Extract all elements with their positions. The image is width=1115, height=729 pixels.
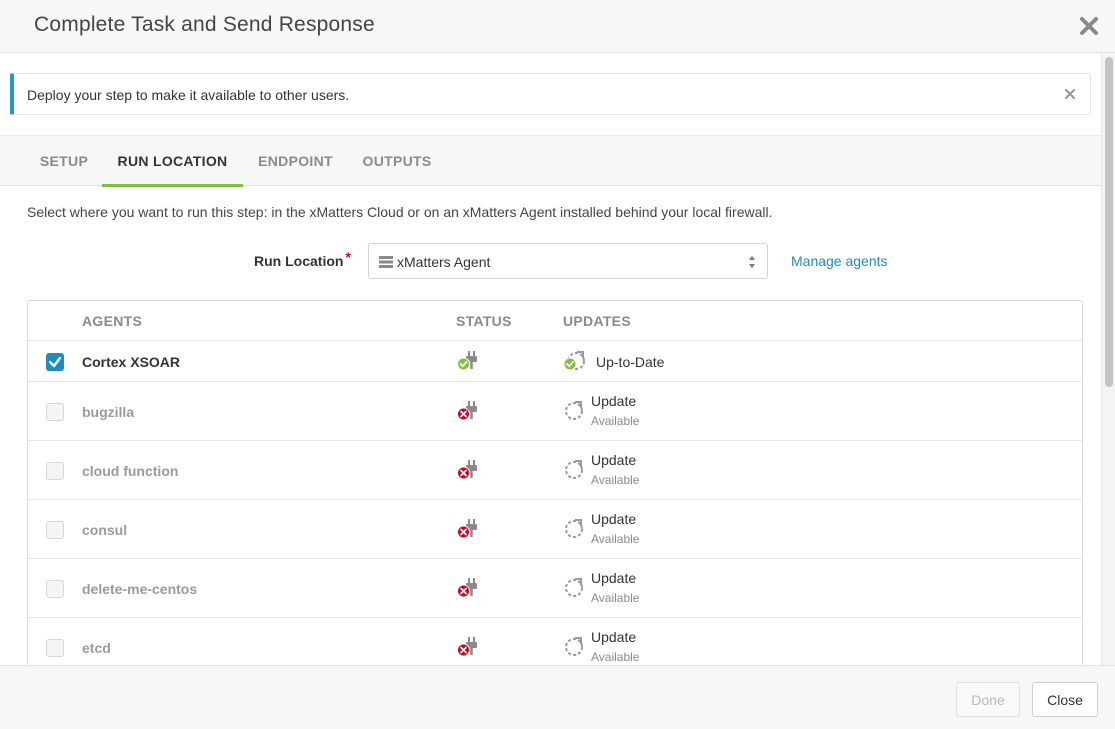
- plug-disconnected-icon: [457, 460, 477, 480]
- table-header: AGENTS STATUS UPDATES: [28, 301, 1082, 341]
- update-substatus: Available: [591, 532, 640, 546]
- info-banner: Deploy your step to make it available to…: [10, 73, 1091, 115]
- plug-disconnected-icon: [457, 519, 477, 539]
- checkmark-icon: [48, 356, 62, 368]
- done-button[interactable]: Done: [956, 682, 1020, 717]
- plug-disconnected-icon: [457, 401, 477, 421]
- manage-agents-link[interactable]: Manage agents: [791, 253, 888, 269]
- tab-outputs[interactable]: OUTPUTS: [348, 136, 446, 187]
- run-location-label: Run Location *: [254, 249, 351, 269]
- update-substatus: Available: [591, 414, 640, 428]
- tab-endpoint[interactable]: ENDPOINT: [243, 136, 348, 187]
- vertical-scrollbar[interactable]: [1101, 53, 1115, 665]
- update-available-icon: [565, 637, 583, 656]
- agent-name: bugzilla: [82, 404, 135, 420]
- agent-name: consul: [82, 522, 128, 538]
- update-available-icon: [565, 460, 583, 479]
- dialog-header: Complete Task and Send Response: [0, 0, 1115, 53]
- update-substatus: Available: [591, 650, 640, 664]
- update-status: Update: [591, 452, 637, 468]
- agent-checkbox[interactable]: [46, 462, 64, 480]
- plug-disconnected-icon: [457, 578, 477, 598]
- tab-setup[interactable]: SETUP: [27, 136, 101, 187]
- scrollbar-thumb[interactable]: [1105, 57, 1113, 387]
- table-row[interactable]: Cortex XSOAR Up-to-Date: [28, 341, 1082, 382]
- agent-checkbox[interactable]: [46, 580, 64, 598]
- banner-message: Deploy your step to make it available to…: [27, 87, 350, 103]
- update-complete-icon: [563, 351, 585, 371]
- run-location-label-text: Run Location: [254, 253, 344, 269]
- tab-run-location[interactable]: RUN LOCATION: [102, 136, 243, 187]
- server-icon: [379, 256, 393, 268]
- required-marker: *: [345, 249, 351, 265]
- dialog-body: Deploy your step to make it available to…: [0, 53, 1101, 665]
- update-status: Update: [591, 570, 637, 586]
- dialog-title: Complete Task and Send Response: [34, 13, 375, 36]
- agent-name: etcd: [82, 640, 111, 656]
- close-button[interactable]: Close: [1032, 682, 1098, 717]
- run-location-description: Select where you want to run this step: …: [27, 204, 773, 220]
- update-substatus: Available: [591, 473, 640, 487]
- update-substatus: Available: [591, 591, 640, 605]
- column-header-agents: AGENTS: [82, 313, 143, 329]
- plug-disconnected-icon: [457, 637, 477, 657]
- table-row[interactable]: consul Update Available: [28, 500, 1082, 559]
- close-icon[interactable]: [1075, 12, 1103, 40]
- column-header-status: STATUS: [456, 313, 512, 329]
- update-status: Update: [591, 629, 637, 645]
- update-available-icon: [565, 401, 583, 420]
- agent-name: cloud function: [82, 463, 179, 479]
- agent-checkbox[interactable]: [46, 521, 64, 539]
- column-header-updates: UPDATES: [563, 313, 631, 329]
- agent-checkbox[interactable]: [46, 353, 64, 371]
- plug-connected-icon: [457, 351, 477, 371]
- dialog-footer: Done Close: [0, 665, 1115, 729]
- table-row[interactable]: cloud function Update Available: [28, 441, 1082, 500]
- agent-name: Cortex XSOAR: [82, 354, 181, 370]
- update-status: Up-to-Date: [596, 354, 665, 370]
- update-available-icon: [565, 578, 583, 597]
- dismiss-banner-icon[interactable]: [1064, 88, 1076, 100]
- tab-bar: SETUP RUN LOCATION ENDPOINT OUTPUTS: [0, 135, 1101, 187]
- update-available-icon: [565, 519, 583, 538]
- table-row[interactable]: delete-me-centos Update Available: [28, 559, 1082, 618]
- run-location-selected-value: xMatters Agent: [397, 254, 491, 270]
- agent-checkbox[interactable]: [46, 403, 64, 421]
- agent-name: delete-me-centos: [82, 581, 198, 597]
- update-status: Update: [591, 511, 637, 527]
- select-arrows-icon: [749, 256, 755, 268]
- table-row[interactable]: bugzilla Update Available: [28, 382, 1082, 441]
- agents-table: AGENTS STATUS UPDATES Cortex XSOAR Up-to…: [27, 300, 1083, 665]
- table-row[interactable]: etcd Update Available: [28, 618, 1082, 665]
- agent-checkbox[interactable]: [46, 639, 64, 657]
- update-status: Update: [591, 393, 637, 409]
- run-location-select[interactable]: xMatters Agent: [368, 243, 768, 279]
